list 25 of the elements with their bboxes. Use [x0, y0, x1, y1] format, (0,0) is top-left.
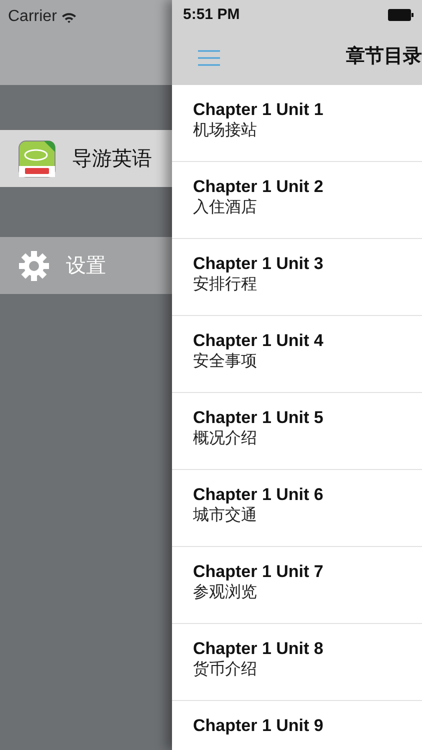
chapter-subtitle: 概况介绍	[193, 429, 258, 449]
battery-icon	[388, 9, 414, 21]
menu-item[interactable]: 导游英语	[0, 130, 172, 187]
chapter-title[interactable]: Chapter 1 Unit 5	[193, 408, 422, 428]
app-icon	[18, 140, 56, 178]
chapter-title[interactable]: Chapter 1 Unit 8	[193, 639, 422, 659]
chapter-title[interactable]: Chapter 1 Unit 7	[193, 562, 422, 582]
chapter-subtitle: 货币介绍	[193, 660, 258, 680]
chapter-title[interactable]: Chapter 1 Unit 3	[193, 254, 422, 274]
nav-title: 章节目录	[346, 44, 422, 70]
chapter-subtitle: 参观浏览	[193, 582, 258, 603]
chapter-subtitle: 安排行程	[193, 274, 258, 295]
chapter-subtitle: 机场接站	[193, 120, 258, 141]
chapter-subtitle: 城市交通	[193, 506, 258, 526]
settings-icon	[18, 250, 50, 282]
chapter-subtitle: 安全事项	[193, 352, 258, 372]
chapter-title[interactable]: Chapter 1 Unit 9	[193, 716, 422, 736]
chapter-title[interactable]: Chapter 1 Unit 2	[193, 177, 422, 197]
status-time: 5:51 PM	[183, 4, 240, 25]
chapter-title[interactable]: Chapter 1 Unit 4	[193, 331, 422, 351]
chapter-title[interactable]: Chapter 1 Unit 1	[193, 100, 422, 120]
chapter-subtitle: 入住酒店	[193, 198, 258, 218]
menu-icon[interactable]	[198, 48, 220, 66]
carrier-label: Carrier	[8, 7, 57, 27]
chapter-title[interactable]: Chapter 1 Unit 6	[193, 485, 422, 505]
